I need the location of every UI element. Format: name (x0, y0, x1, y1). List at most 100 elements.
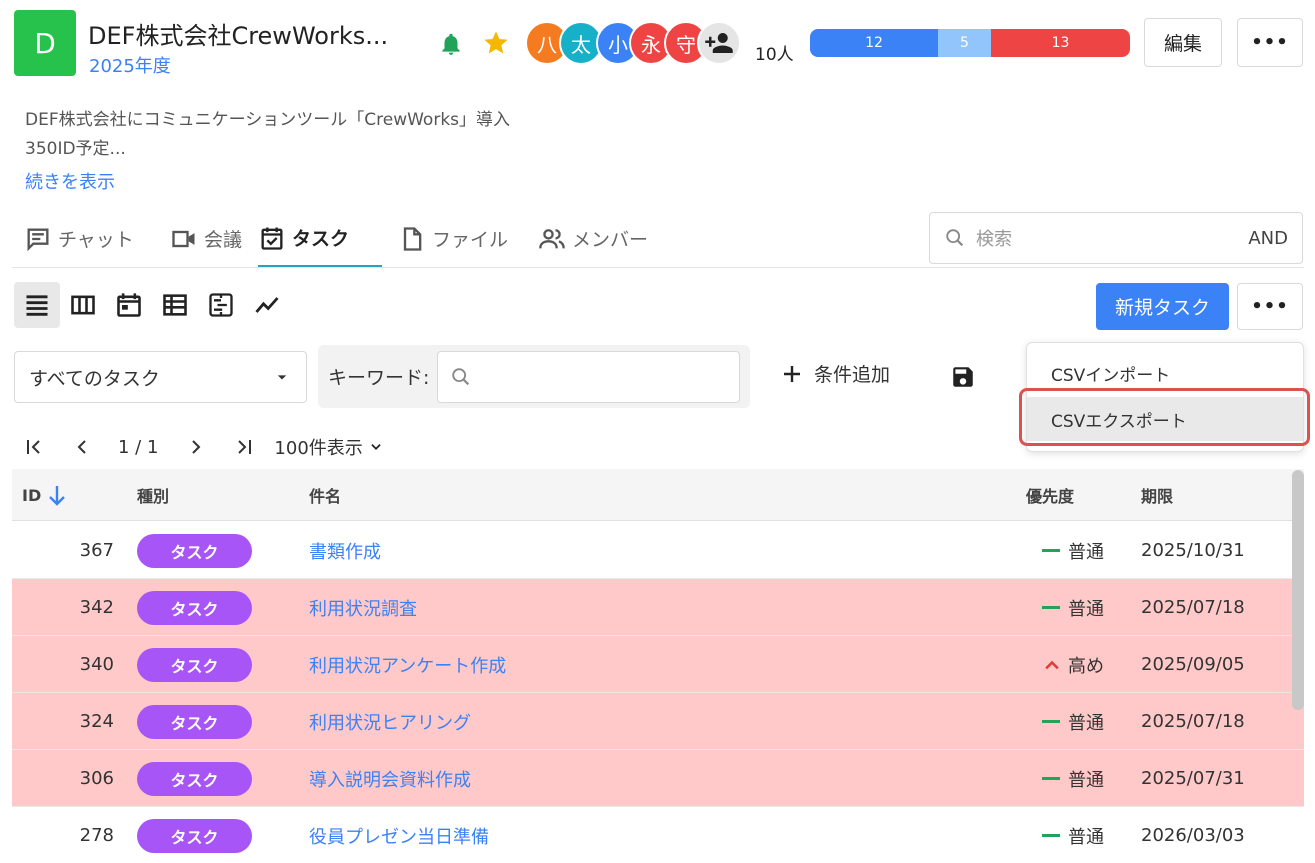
tab-members[interactable]: メンバー (538, 210, 648, 267)
search-icon (946, 229, 964, 247)
project-more-button[interactable]: ••• (1237, 18, 1303, 67)
description-line: 350ID予定... (25, 139, 126, 159)
bell-icon[interactable] (438, 31, 464, 57)
task-name-link[interactable]: 導入説明会資料作成 (309, 750, 471, 807)
task-name-link[interactable]: 利用状況アンケート作成 (309, 636, 506, 693)
page-indicator: 1 / 1 (118, 436, 159, 458)
caret-down-icon (277, 375, 287, 380)
task-icon (261, 227, 283, 250)
new-task-button[interactable]: 新規タスク (1096, 283, 1229, 330)
task-due-date: 2025/07/31 (1141, 768, 1245, 789)
priority-label: 普通 (1068, 712, 1104, 734)
column-priority[interactable]: 優先度 (1026, 469, 1074, 521)
task-due-date: 2025/10/31 (1141, 540, 1245, 561)
task-name-link[interactable]: 利用状況ヒアリング (309, 693, 471, 750)
table-row[interactable]: 278 タスク 役員プレゼン当日準備 普通 2026/03/03 (12, 807, 1304, 863)
status-segment-open[interactable]: 12 (810, 29, 938, 57)
add-condition-button[interactable]: 条件追加 (780, 360, 890, 387)
project-icon: D (14, 10, 76, 76)
task-type-badge: タスク (137, 761, 252, 796)
per-page-select[interactable]: 100件表示 (274, 434, 382, 460)
task-due-date: 2025/07/18 (1141, 597, 1245, 618)
tab-chat[interactable]: チャット (24, 210, 134, 267)
table-row[interactable]: 324 タスク 利用状況ヒアリング 普通 2025/07/18 (12, 693, 1304, 750)
tab-label: 会議 (204, 229, 243, 251)
star-icon[interactable] (482, 29, 510, 57)
column-name[interactable]: 件名 (309, 469, 341, 521)
first-page-icon[interactable] (22, 435, 46, 459)
task-type-badge: タスク (137, 704, 252, 739)
task-filter-value: すべてのタスク (29, 367, 160, 390)
task-filter-select[interactable]: すべてのタスク (14, 351, 307, 403)
task-id: 306 (79, 768, 114, 789)
task-priority: 普通 (1042, 750, 1104, 807)
priority-normal-icon (1042, 834, 1060, 837)
task-name-link[interactable]: 利用状況調査 (309, 579, 417, 636)
keyword-input[interactable] (437, 350, 740, 403)
board-view-icon (71, 295, 95, 315)
tab-label: ファイル (432, 229, 509, 251)
project-year[interactable]: 2025年度 (89, 52, 171, 78)
task-type-badge: タスク (137, 818, 252, 853)
plus-icon (784, 365, 800, 382)
table-row[interactable]: 340 タスク 利用状況アンケート作成 高め 2025/09/05 (12, 636, 1304, 693)
task-priority: 普通 (1042, 807, 1104, 863)
edit-button[interactable]: 編集 (1144, 18, 1222, 67)
save-icon[interactable] (950, 364, 976, 390)
task-priority: 普通 (1042, 522, 1104, 579)
view-calendar-button[interactable] (106, 282, 152, 328)
task-id: 278 (79, 825, 114, 846)
prev-page-icon[interactable] (70, 435, 94, 459)
priority-normal-icon (1042, 720, 1060, 723)
priority-label: 普通 (1068, 598, 1104, 620)
priority-normal-icon (1042, 777, 1060, 780)
show-more-link[interactable]: 続きを表示 (25, 168, 115, 194)
pagination: 1 / 1 100件表示 (22, 432, 383, 462)
table-scrollbar[interactable] (1292, 470, 1304, 710)
tab-label: タスク (292, 228, 350, 250)
table-row[interactable]: 306 タスク 導入説明会資料作成 普通 2025/07/31 (12, 750, 1304, 807)
task-status-bar[interactable]: 12 5 13 (810, 29, 1130, 57)
list-view-icon (26, 295, 48, 316)
project-title: DEF株式会社CrewWorks... (88, 22, 389, 50)
calendar-icon (117, 293, 141, 317)
view-gantt-button[interactable] (198, 282, 244, 328)
view-chart-button[interactable] (244, 282, 290, 328)
table-row[interactable]: 367 タスク 書類作成 普通 2025/10/31 (12, 522, 1304, 579)
column-type[interactable]: 種別 (137, 469, 169, 521)
toolbar-more-button[interactable]: ••• (1237, 283, 1303, 330)
task-type-cell: タスク (137, 693, 252, 750)
task-name-link[interactable]: 書類作成 (309, 522, 381, 579)
view-table-button[interactable] (152, 282, 198, 328)
table-header: ID 種別 件名 優先度 期限 (12, 469, 1304, 521)
next-page-icon[interactable] (184, 435, 208, 459)
column-id[interactable]: ID (22, 469, 69, 521)
member-count: 10人 (755, 45, 794, 65)
task-due-date: 2026/03/03 (1141, 825, 1245, 846)
view-list-button[interactable] (14, 282, 60, 328)
trend-chart-icon (255, 297, 279, 313)
search-mode-toggle[interactable]: AND (1248, 228, 1288, 249)
column-label: ID (22, 485, 42, 505)
task-name-link[interactable]: 役員プレゼン当日準備 (309, 807, 489, 863)
add-member-icon[interactable] (697, 21, 741, 65)
keyword-filter: キーワード: (318, 345, 750, 408)
status-segment-progress[interactable]: 5 (938, 29, 991, 57)
task-type-cell: タスク (137, 579, 252, 636)
tab-file[interactable]: ファイル (398, 210, 508, 267)
task-type-badge: タスク (137, 590, 252, 625)
column-due[interactable]: 期限 (1141, 469, 1173, 521)
table-row[interactable]: 342 タスク 利用状況調査 普通 2025/07/18 (12, 579, 1304, 636)
tab-label: チャット (58, 229, 134, 251)
task-id: 367 (79, 540, 114, 561)
view-board-button[interactable] (60, 282, 106, 328)
priority-label: 高め (1068, 655, 1104, 677)
add-condition-label: 条件追加 (814, 364, 891, 386)
status-segment-overdue[interactable]: 13 (991, 29, 1130, 57)
search-input[interactable]: 検索 AND (929, 212, 1303, 264)
task-priority: 普通 (1042, 693, 1104, 750)
last-page-icon[interactable] (232, 435, 256, 459)
tab-task[interactable]: タスク (258, 210, 382, 267)
tab-meeting[interactable]: 会議 (170, 210, 242, 267)
members-icon (539, 228, 565, 248)
